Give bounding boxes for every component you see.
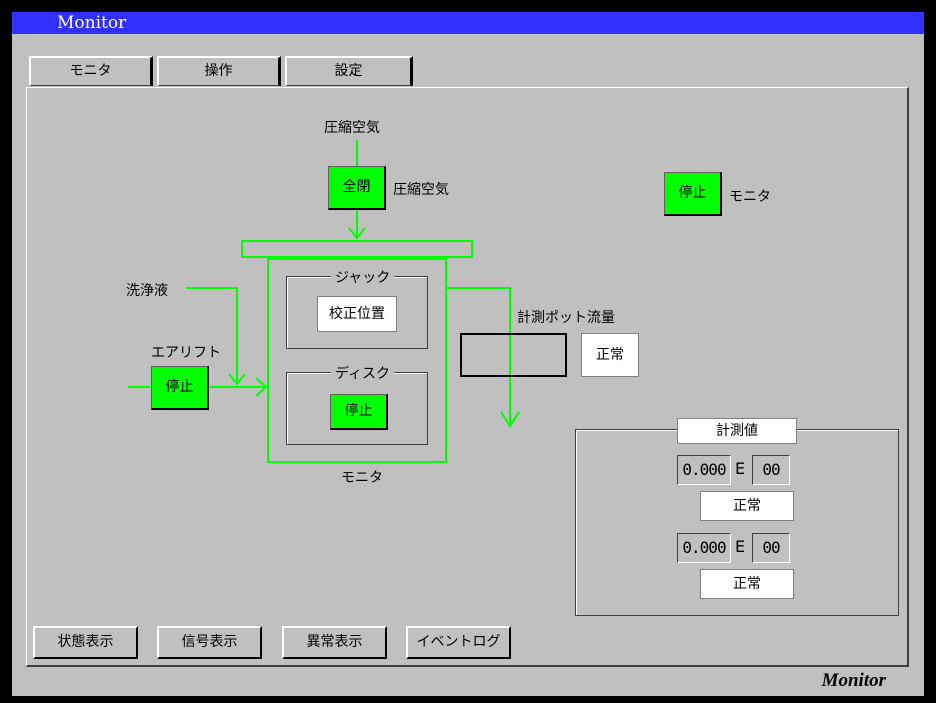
jack-state: 校正位置 [317,296,397,332]
airlift-label: エアリフト [151,345,221,361]
button-label: 状態表示 [57,634,114,650]
monitor-state: 停止 [678,185,707,201]
pot-flow-label: 計測ポット流量 [517,310,615,326]
measurement-2-e: E [735,537,746,556]
air-top-label: 圧縮空気 [324,120,380,136]
footer-brand: Monitor [821,670,886,691]
pot-flow-status: 正常 [581,333,639,377]
disk-state: 停止 [344,403,373,419]
air-valve-label: 圧縮空気 [393,182,449,198]
button-label: 異常表示 [306,634,363,650]
button-label: 信号表示 [181,634,238,650]
air-valve-button[interactable]: 全閉 [328,166,386,210]
disk-title: ディスク [331,363,395,383]
unit-label: モニタ [341,470,383,486]
measurement-1-e: E [735,459,746,478]
measurement-2-status: 正常 [700,569,794,599]
jack-title: ジャック [331,267,395,287]
measurement-title: 計測値 [677,418,797,444]
error-display-button[interactable]: 異常表示 [282,626,387,659]
measurement-1-exponent: 00 [752,455,790,485]
status-display-button[interactable]: 状態表示 [33,626,138,659]
monitor-state-button[interactable]: 停止 [664,172,722,216]
airlift-state: 停止 [165,379,194,395]
signal-display-button[interactable]: 信号表示 [157,626,262,659]
button-label: イベントログ [416,634,501,650]
disk-state-button[interactable]: 停止 [330,394,388,430]
event-log-button[interactable]: イベントログ [406,626,511,659]
wash-label: 洗浄液 [126,283,168,299]
pot-flow-display [460,333,567,377]
valve-state: 全閉 [342,179,371,195]
airlift-state-button[interactable]: 停止 [151,366,209,410]
monitor-state-label: モニタ [729,189,771,205]
measurement-2-exponent: 00 [752,533,790,563]
measurement-2-mantissa: 0.000 [677,533,731,563]
measurement-1-status: 正常 [700,491,794,521]
measurement-1-mantissa: 0.000 [677,455,731,485]
